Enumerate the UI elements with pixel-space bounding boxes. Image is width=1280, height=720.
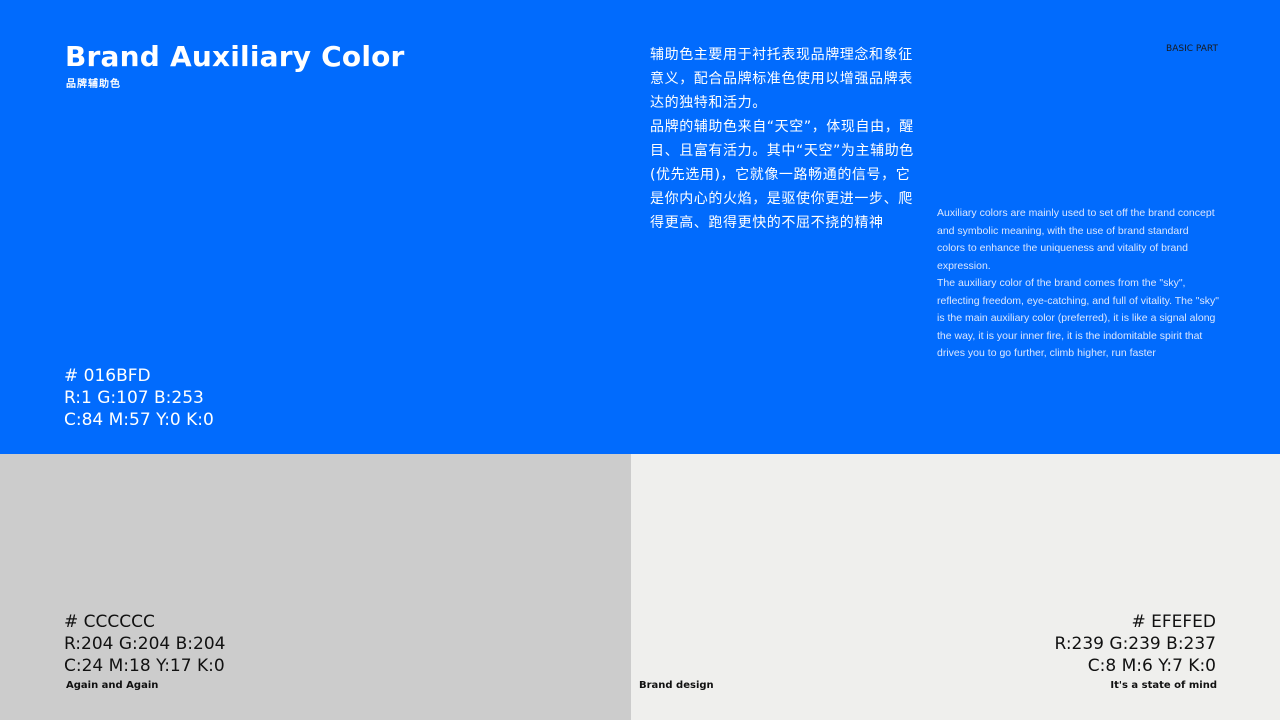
swatch-primary-blue: Brand Auxiliary Color 品牌辅助色 BASIC PART 辅… [0, 0, 1280, 454]
description-cn-paragraph: 辅助色主要用于衬托表现品牌理念和象征意义，配合品牌标准色使用以增强品牌表达的独特… [650, 47, 913, 111]
swatch-caption-left: Brand design [639, 680, 714, 691]
page-title: Brand Auxiliary Color [65, 40, 405, 73]
swatch-light-gray: # EFEFED R:239 G:239 B:237 C:8 M:6 Y:7 K… [631, 454, 1280, 720]
cmyk-code: C:84 M:57 Y:0 K:0 [64, 410, 214, 430]
hex-code: # CCCCCC [64, 612, 155, 632]
color-codes-blue: # 016BFD R:1 G:107 B:253 C:84 M:57 Y:0 K… [64, 365, 214, 431]
description-cn-paragraph: 品牌的辅助色来自“天空”，体现自由，醒目、且富有活力。其中“天空”为主辅助色(优… [650, 119, 914, 231]
page-subtitle: 品牌辅助色 [66, 79, 121, 90]
description-en-paragraph: The auxiliary color of the brand comes f… [937, 277, 1219, 359]
color-codes-light: # EFEFED R:239 G:239 B:237 C:8 M:6 Y:7 K… [1055, 611, 1216, 677]
rgb-code: R:239 G:239 B:237 [1054, 634, 1216, 654]
description-en-paragraph: Auxiliary colors are mainly used to set … [937, 207, 1215, 272]
hex-code: # 016BFD [64, 366, 151, 386]
section-tag: BASIC PART [1166, 44, 1218, 54]
cmyk-code: C:24 M:18 Y:17 K:0 [64, 656, 225, 676]
hex-code: # EFEFED [1131, 612, 1216, 632]
swatch-gray: # CCCCCC R:204 G:204 B:204 C:24 M:18 Y:1… [0, 454, 631, 720]
swatch-caption-right: It's a state of mind [1110, 680, 1217, 691]
rgb-code: R:1 G:107 B:253 [64, 388, 204, 408]
description-chinese: 辅助色主要用于衬托表现品牌理念和象征意义，配合品牌标准色使用以增强品牌表达的独特… [650, 43, 922, 235]
rgb-code: R:204 G:204 B:204 [64, 634, 226, 654]
cmyk-code: C:8 M:6 Y:7 K:0 [1087, 656, 1216, 676]
swatch-caption: Again and Again [66, 680, 159, 691]
description-english: Auxiliary colors are mainly used to set … [937, 205, 1219, 363]
color-codes-gray: # CCCCCC R:204 G:204 B:204 C:24 M:18 Y:1… [64, 611, 225, 677]
